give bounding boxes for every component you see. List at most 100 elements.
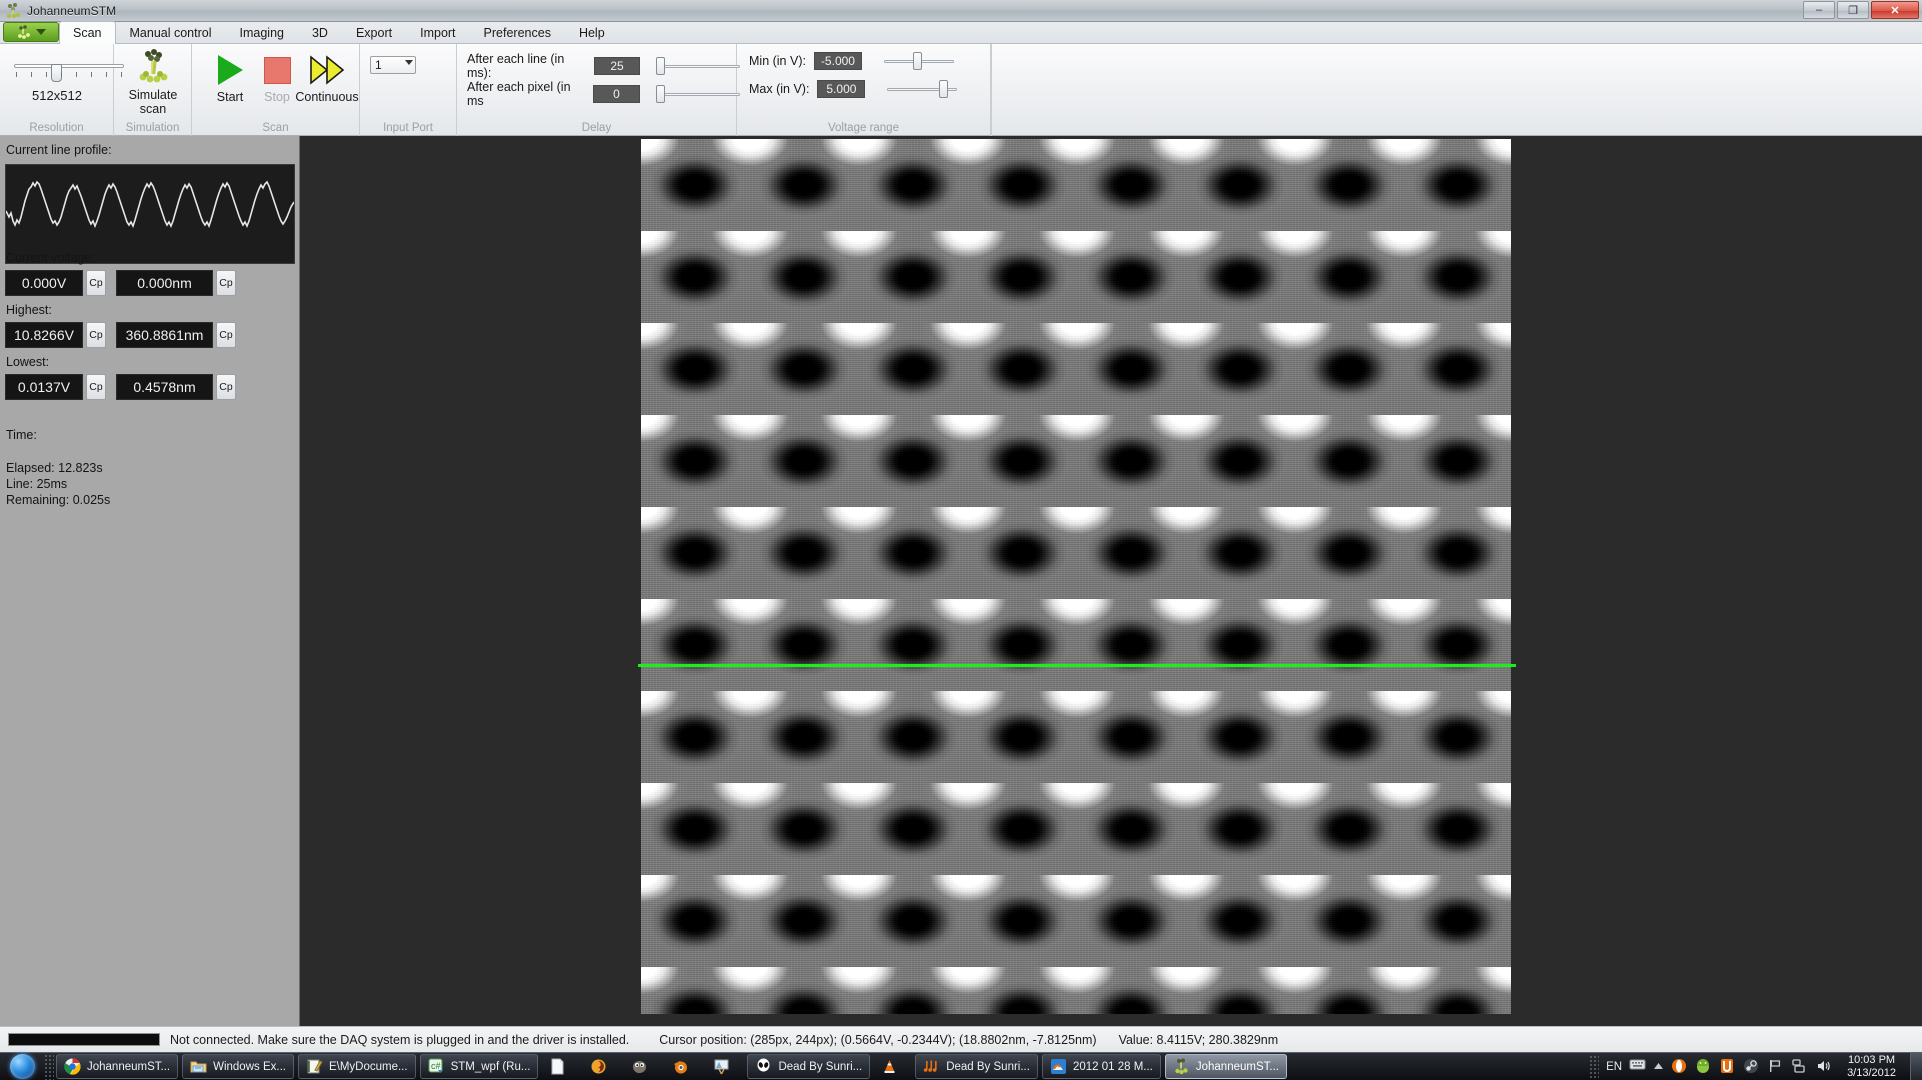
volume-icon[interactable] <box>1815 1058 1832 1075</box>
chevron-down-icon[interactable] <box>405 60 413 65</box>
play-icon <box>217 50 243 90</box>
max-voltage-slider-thumb[interactable] <box>939 80 949 98</box>
min-voltage-input[interactable]: -5.000 <box>813 52 862 70</box>
keyboard-icon[interactable] <box>1629 1058 1646 1075</box>
after-each-pixel-label: After each pixel (in ms <box>467 80 571 108</box>
resolution-value: 512x512 <box>32 88 82 103</box>
min-voltage-label: Min (in V): <box>749 54 806 68</box>
taskbar-drag-handle[interactable] <box>44 1053 54 1080</box>
taskbar-item-johanneumstm[interactable]: JohanneumST... <box>1164 1054 1287 1079</box>
chevron-down-icon <box>36 29 46 35</box>
paint-icon <box>713 1058 730 1075</box>
language-indicator[interactable]: EN <box>1606 1061 1622 1073</box>
tab-imaging[interactable]: Imaging <box>226 22 298 43</box>
min-voltage-slider-thumb[interactable] <box>912 52 922 70</box>
ubuntu-icon[interactable] <box>1719 1058 1736 1075</box>
lowest-label: Lowest: <box>6 355 50 369</box>
taskbar-label: Dead By Sunri... <box>778 1060 863 1073</box>
tab-import[interactable]: Import <box>406 22 469 43</box>
min-voltage-slider[interactable] <box>883 52 954 70</box>
tab-scan[interactable]: Scan <box>59 21 116 44</box>
flag-icon[interactable] <box>1767 1058 1784 1075</box>
resolution-slider[interactable] <box>14 58 124 82</box>
taskbar-item-gimp[interactable] <box>624 1054 661 1079</box>
start-label: Start <box>216 90 244 104</box>
copy-lowest-voltage-button[interactable]: Cp <box>86 374 106 400</box>
cursor-position: Cursor position: (285px, 244px); (0.5664… <box>659 1032 1097 1047</box>
maximize-button[interactable]: ❐ <box>1837 1 1869 19</box>
after-each-pixel-slider-thumb[interactable] <box>655 85 665 103</box>
simulate-scan-button[interactable]: Simulate scan <box>121 48 185 120</box>
steam-icon[interactable] <box>1743 1058 1760 1075</box>
after-each-line-input[interactable]: 25 <box>594 57 640 75</box>
chrome-icon <box>64 1058 81 1075</box>
copy-current-voltage-button[interactable]: Cp <box>86 270 106 296</box>
taskbar-item-documents[interactable]: E\MyDocume... <box>297 1054 416 1079</box>
copy-highest-distance-button[interactable]: Cp <box>216 322 236 348</box>
android-icon[interactable] <box>1695 1058 1712 1075</box>
app-menu-button[interactable] <box>3 22 59 42</box>
max-voltage-label: Max (in V): <box>749 82 810 96</box>
molecule-icon <box>1173 1058 1190 1075</box>
system-tray: EN 10:03 PM 3/13/2012 <box>1589 1054 1910 1080</box>
tab-export[interactable]: Export <box>342 22 406 43</box>
after-each-line-slider[interactable] <box>655 57 740 75</box>
start-button[interactable] <box>0 1053 44 1080</box>
tray-drag-handle[interactable] <box>1589 1054 1600 1079</box>
taskbar-item-vlc[interactable] <box>874 1054 911 1079</box>
clock-time: 10:03 PM <box>1847 1053 1896 1066</box>
group-label-scan: Scan <box>262 122 289 134</box>
stm-scan-image[interactable] <box>641 139 1511 1014</box>
close-button[interactable]: ✕ <box>1871 1 1919 19</box>
taskbar-label: E\MyDocume... <box>328 1060 408 1073</box>
clock[interactable]: 10:03 PM 3/13/2012 <box>1839 1054 1904 1080</box>
copy-highest-voltage-button[interactable]: Cp <box>86 322 106 348</box>
taskbar-item-windows-explorer[interactable]: Windows Ex... <box>182 1054 294 1079</box>
taskbar-label: Windows Ex... <box>213 1060 286 1073</box>
opera-icon[interactable] <box>1671 1058 1688 1075</box>
line-profile-marker[interactable] <box>638 664 1516 667</box>
taskbar-item-dead-by-sunrise-game[interactable]: Dead By Sunri... <box>747 1054 871 1079</box>
after-each-pixel-input[interactable]: 0 <box>593 85 640 103</box>
simulate-scan-label: Simulate scan <box>128 88 178 116</box>
show-desktop-button[interactable] <box>1910 1052 1922 1080</box>
taskbar-item-photo-viewer[interactable]: 2012 01 28 M... <box>1041 1054 1161 1079</box>
windows-taskbar: JohanneumST... Windows Ex... E\MyDocume.… <box>0 1052 1922 1080</box>
csharp-icon: c# <box>428 1058 445 1075</box>
ribbon-tab-strip: Scan Manual control Imaging 3D Export Im… <box>0 21 1922 44</box>
after-each-pixel-slider[interactable] <box>655 85 740 103</box>
ribbon-group-resolution: 512x512 Resolution <box>0 44 124 136</box>
copy-lowest-distance-button[interactable]: Cp <box>216 374 236 400</box>
taskbar-item-paint[interactable] <box>706 1054 743 1079</box>
continuous-button[interactable]: Continuous <box>292 50 362 122</box>
minimize-button[interactable]: – <box>1803 1 1835 19</box>
after-each-line-row: After each line (in ms): 25 <box>467 52 740 80</box>
highest-label: Highest: <box>6 303 52 317</box>
tab-manual-control[interactable]: Manual control <box>116 22 226 43</box>
scan-canvas-area[interactable] <box>301 136 1922 1026</box>
show-hidden-icon[interactable] <box>1653 1058 1664 1075</box>
time-label: Time: <box>6 428 37 442</box>
taskbar-item-document[interactable] <box>542 1054 579 1079</box>
tab-3d[interactable]: 3D <box>298 22 342 43</box>
vlc-cone-icon <box>881 1058 898 1075</box>
after-each-line-slider-thumb[interactable] <box>655 57 665 75</box>
max-voltage-slider[interactable] <box>887 80 958 98</box>
max-voltage-input[interactable]: 5.000 <box>817 80 866 98</box>
tab-preferences[interactable]: Preferences <box>470 22 565 43</box>
taskbar-item-stm-wpf[interactable]: c# STM_wpf (Ru... <box>419 1054 539 1079</box>
lowest-voltage-value: 0.0137V <box>5 374 83 400</box>
remaining-time: Remaining: 0.025s <box>6 493 111 507</box>
taskbar-item-blender[interactable] <box>665 1054 702 1079</box>
max-voltage-row: Max (in V): 5.000 <box>749 80 958 98</box>
resolution-slider-track[interactable] <box>14 64 124 82</box>
network-icon[interactable] <box>1791 1058 1808 1075</box>
taskbar-item-krita[interactable] <box>583 1054 620 1079</box>
tab-help[interactable]: Help <box>565 22 619 43</box>
taskbar-item-dead-by-sunrise-music[interactable]: Dead By Sunri... <box>915 1054 1038 1079</box>
input-port-select[interactable]: 1 <box>370 56 416 74</box>
fast-forward-icon <box>307 50 347 90</box>
taskbar-item-chrome[interactable]: JohanneumST... <box>56 1054 179 1079</box>
scan-progress-bar <box>8 1033 160 1046</box>
copy-current-distance-button[interactable]: Cp <box>216 270 236 296</box>
